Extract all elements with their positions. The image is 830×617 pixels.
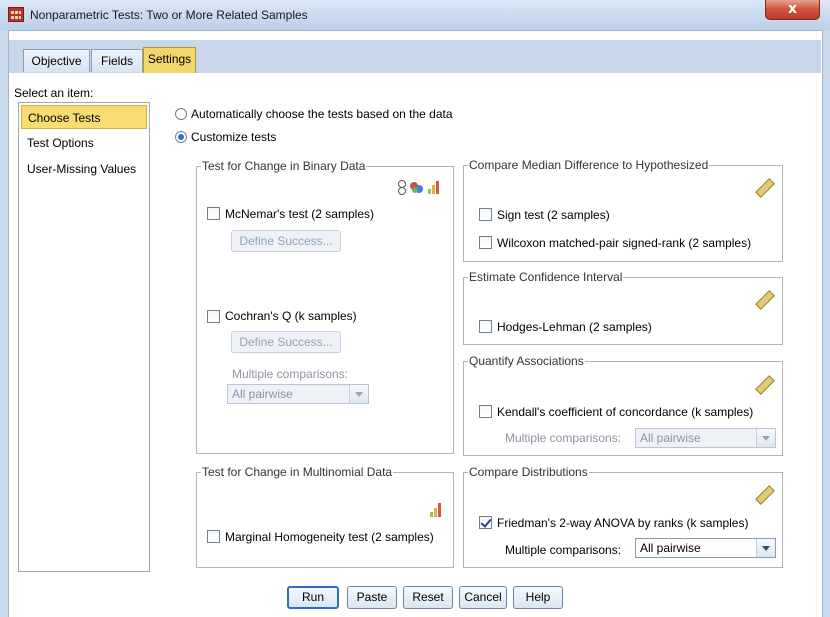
cochran-multiple-comparisons-select[interactable]: All pairwise	[227, 384, 369, 404]
friedman-multiple-value: All pairwise	[640, 541, 701, 555]
kendall-multiple-comparisons-label: Multiple comparisons:	[505, 431, 622, 445]
app-grid-icon	[8, 7, 24, 22]
cochran-multiple-value: All pairwise	[232, 387, 293, 401]
friedman-multiple-comparisons-label: Multiple comparisons:	[505, 543, 622, 557]
friedman-label: Friedman's 2-way ANOVA by ranks (k sampl…	[497, 516, 749, 530]
window-border-right	[822, 30, 830, 617]
friedman-multiple-comparisons-select[interactable]: All pairwise	[635, 538, 776, 558]
kendall-checkbox[interactable]	[479, 405, 492, 418]
binary-group-title: Test for Change in Binary Data	[201, 159, 367, 173]
sidebar-item-choose-tests[interactable]: Choose Tests	[21, 105, 147, 129]
measurement-level-icon	[398, 180, 446, 195]
mcnemar-checkbox[interactable]	[207, 207, 220, 220]
paste-button[interactable]: Paste	[347, 586, 397, 609]
kendall-multiple-comparisons-select[interactable]: All pairwise	[635, 428, 776, 448]
window-title: Nonparametric Tests: Two or More Related…	[30, 8, 308, 22]
kendall-multiple-value: All pairwise	[640, 431, 701, 445]
auto-choose-label: Automatically choose the tests based on …	[191, 107, 453, 121]
mcnemar-label: McNemar's test (2 samples)	[225, 207, 374, 221]
run-button[interactable]: Run	[287, 586, 339, 609]
sidebar-item-user-missing-values[interactable]: User-Missing Values	[21, 157, 147, 181]
associations-group-title: Quantify Associations	[468, 354, 585, 368]
cochran-checkbox[interactable]	[207, 310, 220, 323]
wilcoxon-checkbox[interactable]	[479, 236, 492, 249]
median-group-title: Compare Median Difference to Hypothesize…	[468, 158, 710, 172]
cochran-define-success-button[interactable]: Define Success...	[231, 331, 341, 353]
close-icon: x	[787, 1, 798, 17]
chevron-down-icon	[756, 429, 775, 447]
cochran-multiple-comparisons-label: Multiple comparisons:	[232, 367, 349, 381]
reset-button[interactable]: Reset	[403, 586, 453, 609]
wilcoxon-label: Wilcoxon matched-pair signed-rank (2 sam…	[497, 236, 752, 250]
auto-choose-radio[interactable]	[175, 108, 187, 120]
kendall-label: Kendall's coefficient of concordance (k …	[497, 405, 754, 419]
distributions-group-title: Compare Distributions	[468, 465, 589, 479]
tab-settings[interactable]: Settings	[143, 47, 196, 73]
sidebar-item-test-options[interactable]: Test Options	[21, 131, 147, 155]
sign-test-checkbox[interactable]	[479, 208, 492, 221]
cancel-button[interactable]: Cancel	[459, 586, 507, 609]
tab-bar: Objective Fields Settings	[9, 40, 821, 74]
mcnemar-define-success-button[interactable]: Define Success...	[231, 230, 341, 252]
multinomial-group-title: Test for Change in Multinomial Data	[201, 465, 394, 479]
window-border-left	[0, 30, 9, 617]
item-list: Choose Tests Test Options User-Missing V…	[18, 102, 150, 572]
ordinal-bars-icon	[430, 503, 444, 517]
help-button[interactable]: Help	[513, 586, 563, 609]
confidence-group-title: Estimate Confidence Interval	[468, 270, 624, 284]
multinomial-data-group: Test for Change in Multinomial Data	[196, 465, 454, 568]
confidence-interval-group: Estimate Confidence Interval	[463, 270, 783, 345]
friedman-checkbox[interactable]	[479, 516, 492, 529]
customize-tests-radio[interactable]	[175, 131, 187, 143]
customize-tests-label: Customize tests	[191, 130, 277, 144]
tab-objective[interactable]: Objective	[23, 49, 90, 72]
sign-test-label: Sign test (2 samples)	[497, 208, 610, 222]
select-item-label: Select an item:	[14, 86, 94, 100]
hodges-lehman-label: Hodges-Lehman (2 samples)	[497, 320, 652, 334]
chevron-down-icon	[756, 539, 775, 557]
hodges-lehman-checkbox[interactable]	[479, 320, 492, 333]
close-button[interactable]: x	[765, 0, 820, 20]
chevron-down-icon	[349, 385, 368, 403]
marginal-homogeneity-checkbox[interactable]	[207, 530, 220, 543]
tab-fields[interactable]: Fields	[91, 49, 143, 72]
marginal-homogeneity-label: Marginal Homogeneity test (2 samples)	[225, 530, 434, 544]
cochran-label: Cochran's Q (k samples)	[225, 309, 357, 323]
